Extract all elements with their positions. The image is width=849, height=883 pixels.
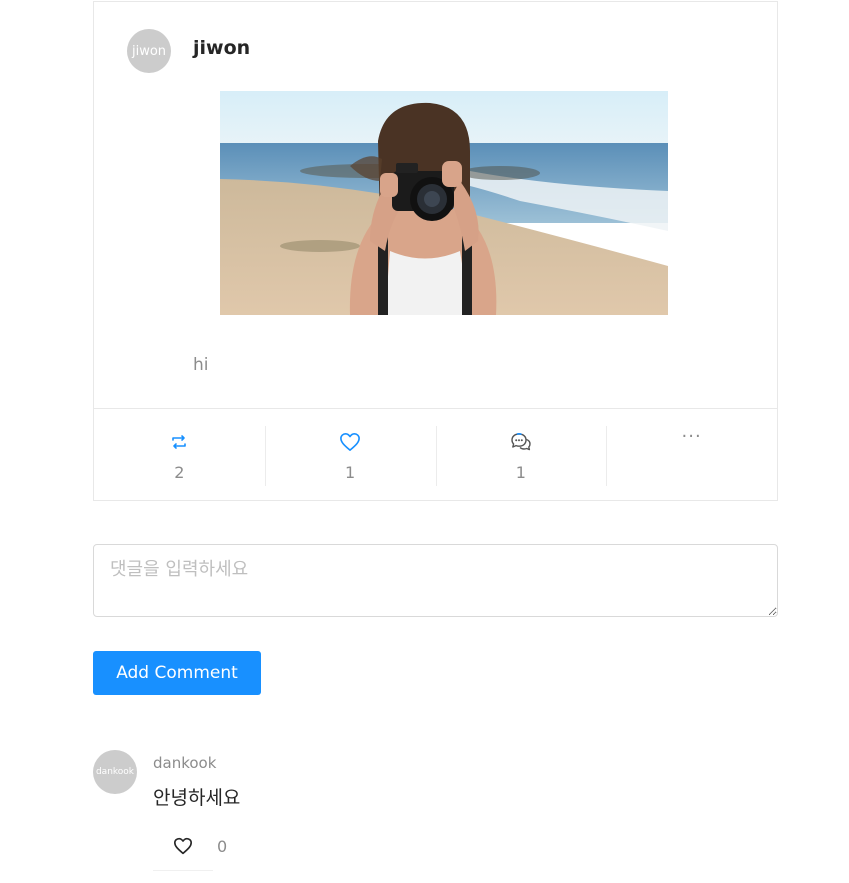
comment-count: 1 <box>515 463 526 482</box>
post-actions: 2 1 1 ··· <box>94 408 777 502</box>
comment-like-count: 0 <box>217 837 228 856</box>
post-image-art <box>220 91 668 315</box>
retweet-count: 2 <box>174 463 185 482</box>
heart-outline-icon[interactable] <box>339 431 361 453</box>
more-action[interactable]: ··· <box>606 409 777 502</box>
add-comment-button[interactable]: Add Comment <box>93 651 261 695</box>
post-card: jiwon jiwon hi 2 1 1 ··· <box>93 1 778 501</box>
retweet-icon[interactable] <box>170 431 188 453</box>
post-text: hi <box>193 355 209 375</box>
retweet-action[interactable]: 2 <box>94 409 265 502</box>
like-count: 1 <box>345 463 356 482</box>
post-author[interactable]: jiwon <box>193 37 250 59</box>
comment-avatar-text: dankook <box>95 767 135 777</box>
comment-bubble-icon[interactable] <box>510 431 532 453</box>
ellipsis-icon[interactable]: ··· <box>682 425 702 447</box>
post-avatar-text: jiwon <box>131 43 167 59</box>
comment-text: 안녕하세요 <box>153 787 241 809</box>
comment-author[interactable]: dankook <box>153 754 216 772</box>
heart-outline-icon[interactable] <box>173 837 193 859</box>
post-avatar[interactable]: jiwon <box>127 29 171 73</box>
comment-action[interactable]: 1 <box>435 409 607 502</box>
comment-avatar[interactable]: dankook <box>93 750 137 794</box>
comment-like-button[interactable] <box>153 832 213 871</box>
comment-input[interactable] <box>93 544 778 617</box>
post-image[interactable] <box>220 91 668 315</box>
like-action[interactable]: 1 <box>264 409 436 502</box>
